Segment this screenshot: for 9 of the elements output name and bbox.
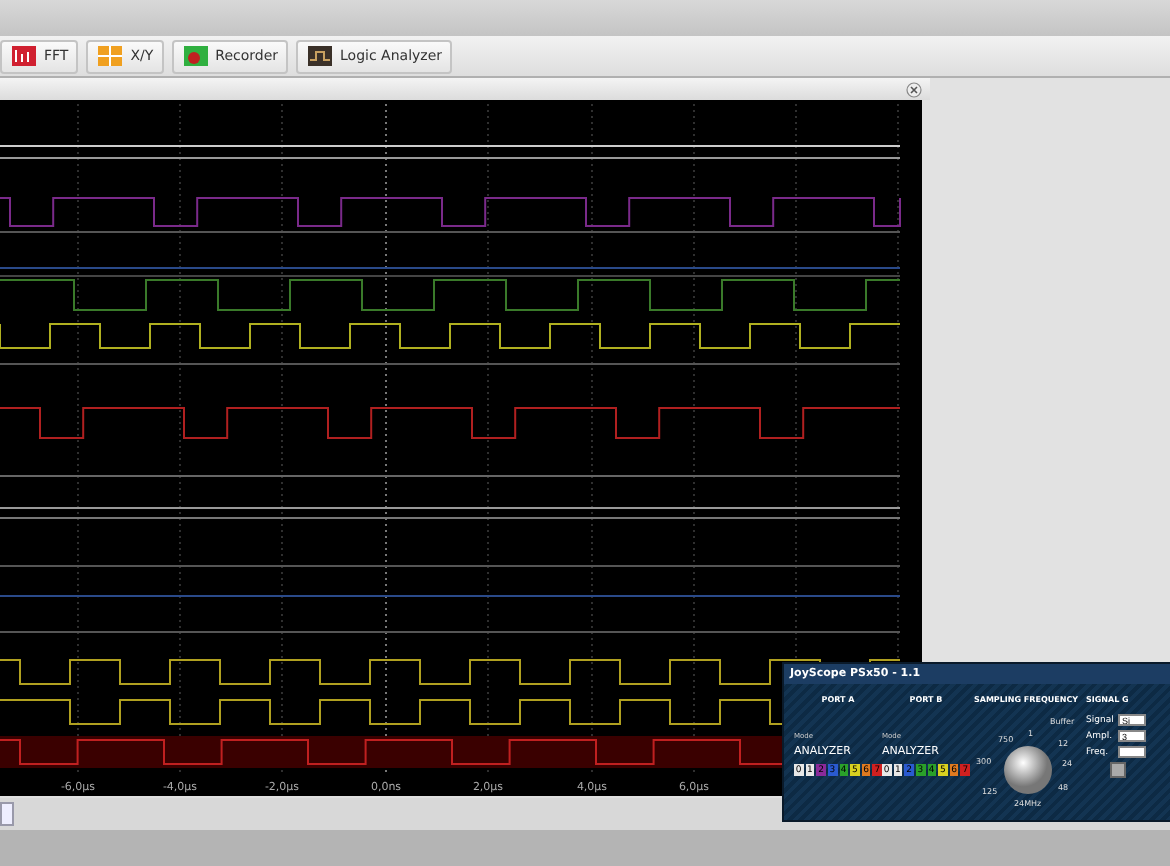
waveform-icon [306, 44, 335, 68]
generator-button[interactable] [1110, 762, 1126, 778]
record-icon [181, 44, 210, 68]
grid-icon [96, 44, 125, 68]
scroll-button[interactable] [0, 802, 14, 826]
input-field[interactable] [1118, 746, 1146, 758]
spectrum-icon [10, 44, 38, 68]
close-icon[interactable] [906, 81, 922, 97]
knob-icon[interactable] [1002, 744, 1054, 796]
